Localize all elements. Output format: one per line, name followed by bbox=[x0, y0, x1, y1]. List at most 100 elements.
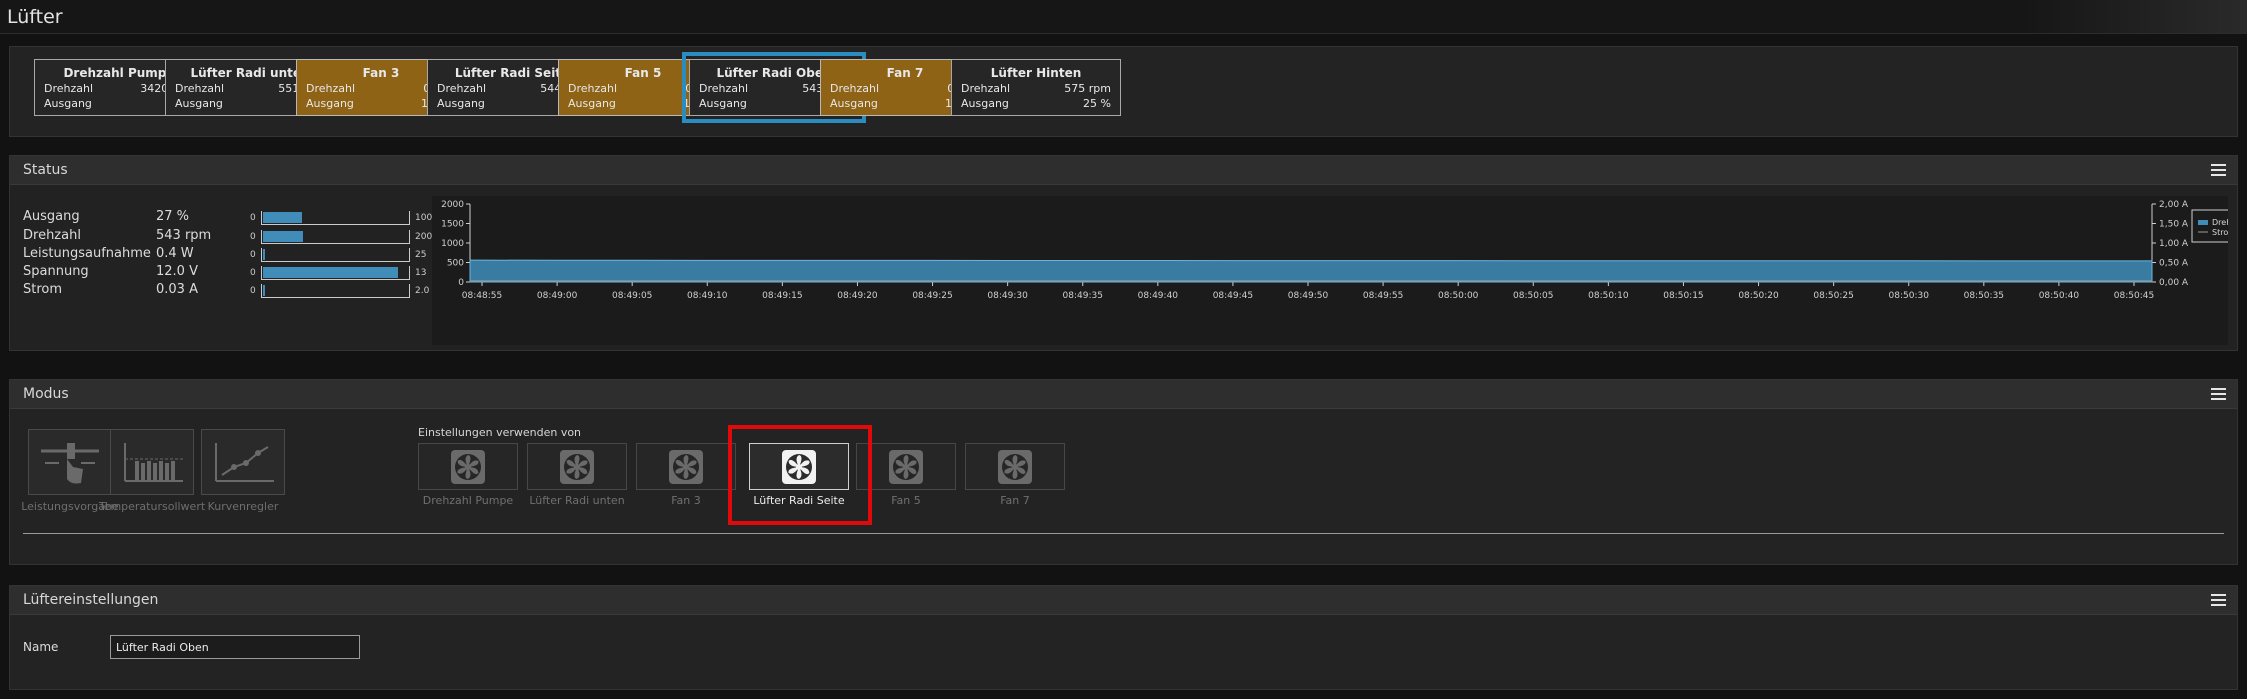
fan-tile-speed-value: 575 rpm bbox=[1064, 82, 1111, 95]
status-bar bbox=[261, 211, 410, 225]
x-tick-label: 08:49:20 bbox=[837, 291, 878, 301]
status-row-value: 27 % bbox=[156, 209, 190, 224]
x-tick-label: 08:49:45 bbox=[1213, 291, 1253, 301]
status-bar-max: 100 bbox=[415, 213, 433, 223]
y-tick-label-right: 0,00 A bbox=[2159, 278, 2189, 288]
y-tick-label-right: 2,00 A bbox=[2159, 200, 2189, 210]
divider bbox=[23, 533, 2224, 534]
fan-icon bbox=[889, 449, 923, 484]
menu-icon[interactable] bbox=[2211, 388, 2226, 400]
fan-overview-panel: Drehzahl PumpeDrehzahl3420 rpmAusgang78 … bbox=[9, 46, 2238, 137]
fan-tile-output-label: Ausgang bbox=[568, 97, 616, 110]
y-tick-label-left: 2000 bbox=[441, 200, 464, 210]
fan-tile-speed-label: Drehzahl bbox=[175, 82, 225, 95]
y-tick-label-left: 500 bbox=[447, 259, 464, 269]
mode-button[interactable] bbox=[201, 429, 285, 495]
fan-icon bbox=[669, 449, 703, 484]
x-tick-label: 08:49:40 bbox=[1138, 291, 1179, 301]
status-chart: 2000 1500 1000 500 0 2,00 A 1,50 A 1,00 A 0,50 A… bbox=[432, 196, 2228, 345]
status-bar-max: 13 bbox=[415, 268, 427, 278]
chart-svg: 2000 1500 1000 500 0 2,00 A 1,50 A 1,00 A 0,50 A… bbox=[441, 200, 2228, 301]
fan-tile-speed-label: Drehzahl bbox=[437, 82, 487, 95]
menu-icon[interactable] bbox=[2211, 594, 2226, 606]
status-row: Drehzahl 543 rpm 0 2000 bbox=[23, 228, 438, 248]
fan-tile-output-row: Ausgang 25 % bbox=[961, 97, 1111, 112]
page-title: Lüfter bbox=[7, 6, 63, 28]
fan-settings-panel: Lüftereinstellungen Name bbox=[9, 585, 2238, 690]
mode-panel: Modus Leistungsvorgabe Temperatursollwert… bbox=[9, 379, 2238, 565]
status-row-label: Spannung bbox=[23, 264, 89, 279]
fan-tile-output-label: Ausgang bbox=[437, 97, 485, 110]
x-tick-label: 08:50:10 bbox=[1588, 291, 1629, 301]
status-bar-min: 0 bbox=[250, 232, 256, 242]
selection-highlight bbox=[728, 425, 872, 525]
menu-icon[interactable] bbox=[2211, 164, 2226, 176]
mode-header: Modus bbox=[10, 380, 2237, 409]
fan-tile-output-value: 25 % bbox=[1083, 97, 1111, 110]
series-drehzahl-area bbox=[469, 259, 2153, 283]
y-tick-label-left: 1000 bbox=[441, 239, 464, 249]
fan-tile-speed-label: Drehzahl bbox=[568, 82, 618, 95]
name-input[interactable] bbox=[110, 635, 360, 659]
curve-graph-icon bbox=[215, 443, 274, 482]
x-tick-label: 08:50:35 bbox=[1964, 291, 2004, 301]
x-tick-label: 08:49:25 bbox=[912, 291, 952, 301]
settings-source-label: Fan 3 bbox=[671, 494, 701, 507]
status-bar-min: 0 bbox=[250, 250, 256, 260]
fan-icon bbox=[451, 449, 485, 484]
x-tick-label: 08:50:00 bbox=[1438, 291, 1479, 301]
fan-icon bbox=[560, 449, 594, 484]
status-row-label: Strom bbox=[23, 282, 63, 297]
status-row-value: 0.4 W bbox=[156, 246, 194, 261]
status-bar bbox=[261, 248, 410, 262]
fan-tile-output-label: Ausgang bbox=[961, 97, 1009, 110]
fan-tile[interactable]: Lüfter Hinten Drehzahl 575 rpm Ausgang 25 % bbox=[951, 59, 1121, 116]
settings-source-button[interactable] bbox=[965, 443, 1065, 490]
mode-button-label: Kurvenregler bbox=[207, 500, 279, 513]
x-tick-label: 08:49:15 bbox=[762, 291, 802, 301]
status-row-label: Ausgang bbox=[23, 209, 80, 224]
fan-tile-speed-label: Drehzahl bbox=[306, 82, 356, 95]
status-bar-fill bbox=[263, 267, 398, 278]
settings-source-button[interactable] bbox=[636, 443, 736, 490]
settings-source-button[interactable] bbox=[418, 443, 518, 490]
settings-from-label: Einstellungen verwenden von bbox=[418, 426, 582, 439]
legend-swatch-drehzahl bbox=[2198, 220, 2208, 225]
x-tick-label: 08:50:05 bbox=[1513, 291, 1553, 301]
x-tick-label: 08:49:30 bbox=[987, 291, 1028, 301]
name-label: Name bbox=[23, 640, 59, 654]
x-tick-label: 08:49:35 bbox=[1063, 291, 1103, 301]
settings-title: Lüftereinstellungen bbox=[23, 592, 159, 608]
mode-button[interactable] bbox=[110, 429, 194, 495]
status-bar bbox=[261, 284, 410, 298]
fan-tile-speed-row: Drehzahl 575 rpm bbox=[961, 82, 1111, 97]
status-row-value: 0.03 A bbox=[156, 282, 198, 297]
status-row: Leistungsaufnahme 0.4 W 0 25 bbox=[23, 246, 433, 266]
status-bar-fill bbox=[263, 285, 265, 296]
fan-tile-output-label: Ausgang bbox=[830, 97, 878, 110]
settings-source-label: Lüfter Radi unten bbox=[529, 494, 625, 507]
x-tick-label: 08:49:00 bbox=[537, 291, 578, 301]
status-bar bbox=[261, 266, 410, 280]
settings-source-button[interactable] bbox=[527, 443, 627, 490]
status-row: Spannung 12.0 V 0 13 bbox=[23, 264, 433, 284]
fan-icon bbox=[998, 449, 1032, 484]
fan-tile-speed-label: Drehzahl bbox=[699, 82, 749, 95]
status-row: Ausgang 27 % 0 100 bbox=[23, 209, 433, 229]
fan-tile-speed-label: Drehzahl bbox=[961, 82, 1011, 95]
mode-button[interactable] bbox=[28, 429, 112, 495]
status-row-value: 543 rpm bbox=[156, 228, 212, 243]
x-tick-label: 08:49:55 bbox=[1363, 291, 1403, 301]
status-bar-min: 0 bbox=[250, 213, 256, 223]
bar-graph-icon bbox=[124, 443, 183, 482]
title-bar bbox=[0, 0, 2247, 34]
x-tick-label: 08:50:25 bbox=[1813, 291, 1853, 301]
x-tick-label: 08:49:10 bbox=[687, 291, 728, 301]
x-tick-label: 08:49:05 bbox=[612, 291, 652, 301]
settings-source-label: Drehzahl Pumpe bbox=[422, 494, 514, 507]
y-tick-label-right: 1,50 A bbox=[2159, 220, 2189, 230]
chart-legend: DrehzahlStrom bbox=[2191, 209, 2228, 243]
status-panel: Status Ausgang 27 % 0 100 Drehzahl 543 rpm 0 20… bbox=[9, 155, 2238, 351]
status-bar-min: 0 bbox=[250, 268, 256, 278]
legend-label-strom: Strom bbox=[2212, 228, 2228, 237]
